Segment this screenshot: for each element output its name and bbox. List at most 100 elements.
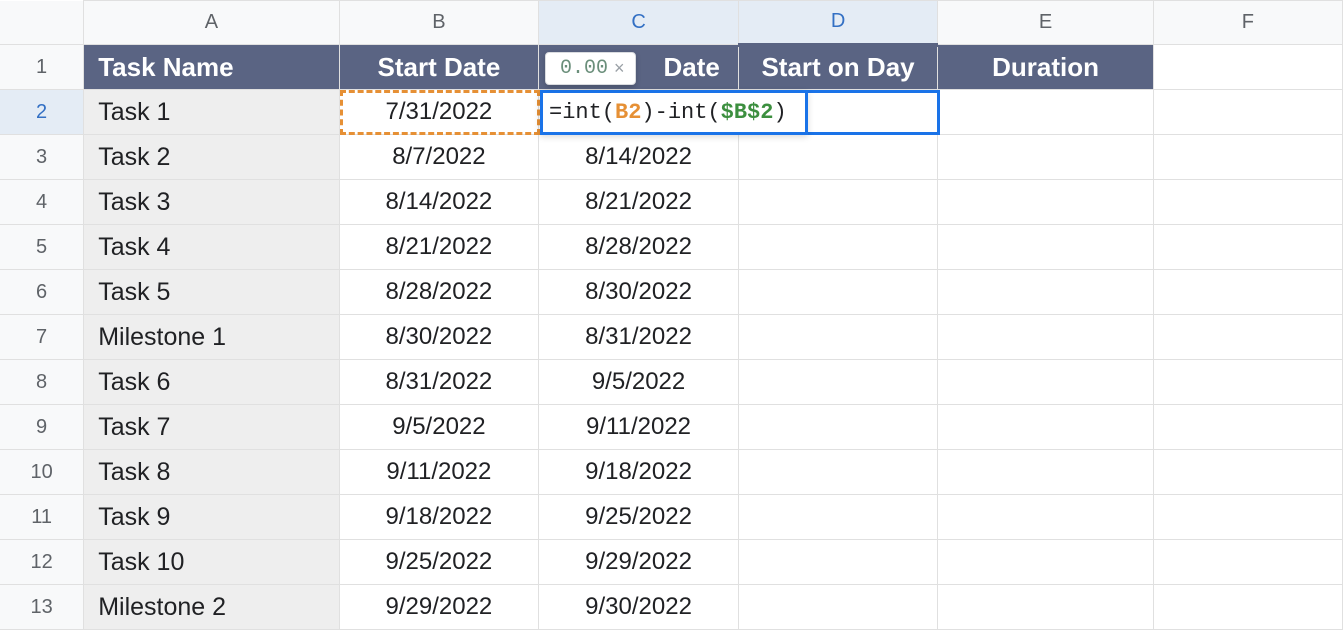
cell-D13[interactable] bbox=[738, 585, 937, 630]
row-header-6[interactable]: 6 bbox=[0, 270, 84, 315]
cell-B11[interactable]: 9/18/2022 bbox=[339, 495, 539, 540]
cell-A2[interactable]: Task 1 bbox=[84, 90, 339, 135]
cell-F6[interactable] bbox=[1153, 270, 1342, 315]
cell-B2[interactable]: 7/31/2022 bbox=[339, 90, 539, 135]
cell-D7[interactable] bbox=[738, 315, 937, 360]
cell-B7[interactable]: 8/30/2022 bbox=[339, 315, 539, 360]
row-header-9[interactable]: 9 bbox=[0, 405, 84, 450]
row-header-12[interactable]: 12 bbox=[0, 540, 84, 585]
col-header-F[interactable]: F bbox=[1153, 1, 1342, 45]
cell-B6[interactable]: 8/28/2022 bbox=[339, 270, 539, 315]
cell-E10[interactable] bbox=[938, 450, 1154, 495]
cell-F1[interactable] bbox=[1153, 45, 1342, 90]
cell-B9[interactable]: 9/5/2022 bbox=[339, 405, 539, 450]
row-header-3[interactable]: 3 bbox=[0, 135, 84, 180]
col-header-D[interactable]: D bbox=[738, 1, 937, 45]
cell-B4[interactable]: 8/14/2022 bbox=[339, 180, 539, 225]
cell-F11[interactable] bbox=[1153, 495, 1342, 540]
cell-B12[interactable]: 9/25/2022 bbox=[339, 540, 539, 585]
row-header-2[interactable]: 2 bbox=[0, 90, 84, 135]
cell-F4[interactable] bbox=[1153, 180, 1342, 225]
cell-B1[interactable]: Start Date bbox=[339, 45, 539, 90]
cell-F7[interactable] bbox=[1153, 315, 1342, 360]
cell-E12[interactable] bbox=[938, 540, 1154, 585]
row-header-4[interactable]: 4 bbox=[0, 180, 84, 225]
cell-F8[interactable] bbox=[1153, 360, 1342, 405]
cell-C8[interactable]: 9/5/2022 bbox=[539, 360, 739, 405]
cell-A4[interactable]: Task 3 bbox=[84, 180, 339, 225]
cell-B13[interactable]: 9/29/2022 bbox=[339, 585, 539, 630]
formula-text: =int(B2)-int($B$2) bbox=[549, 100, 787, 125]
cell-E2[interactable] bbox=[938, 90, 1154, 135]
col-header-E[interactable]: E bbox=[938, 1, 1154, 45]
cell-A12[interactable]: Task 10 bbox=[84, 540, 339, 585]
cell-D4[interactable] bbox=[738, 180, 937, 225]
cell-A13[interactable]: Milestone 2 bbox=[84, 585, 339, 630]
cell-D11[interactable] bbox=[738, 495, 937, 540]
row-header-11[interactable]: 11 bbox=[0, 495, 84, 540]
cell-C11[interactable]: 9/25/2022 bbox=[539, 495, 739, 540]
cell-E1[interactable]: Duration bbox=[938, 45, 1154, 90]
cell-E11[interactable] bbox=[938, 495, 1154, 540]
cell-E7[interactable] bbox=[938, 315, 1154, 360]
row-header-13[interactable]: 13 bbox=[0, 585, 84, 630]
cell-C4[interactable]: 8/21/2022 bbox=[539, 180, 739, 225]
cell-A7[interactable]: Milestone 1 bbox=[84, 315, 339, 360]
close-icon[interactable]: × bbox=[614, 58, 625, 79]
row-header-5[interactable]: 5 bbox=[0, 225, 84, 270]
cell-D1[interactable]: Start on Day bbox=[738, 45, 937, 90]
cell-F5[interactable] bbox=[1153, 225, 1342, 270]
cell-E5[interactable] bbox=[938, 225, 1154, 270]
cell-A3[interactable]: Task 2 bbox=[84, 135, 339, 180]
cell-B8[interactable]: 8/31/2022 bbox=[339, 360, 539, 405]
cell-A11[interactable]: Task 9 bbox=[84, 495, 339, 540]
cell-D3[interactable] bbox=[738, 135, 937, 180]
cell-D6[interactable] bbox=[738, 270, 937, 315]
cell-B3[interactable]: 8/7/2022 bbox=[339, 135, 539, 180]
cell-D10[interactable] bbox=[738, 450, 937, 495]
cell-C10[interactable]: 9/18/2022 bbox=[539, 450, 739, 495]
cell-E3[interactable] bbox=[938, 135, 1154, 180]
cell-B5[interactable]: 8/21/2022 bbox=[339, 225, 539, 270]
spreadsheet[interactable]: A B C D E F 1 Task Name Start Date Date … bbox=[0, 0, 1343, 630]
cell-C5[interactable]: 8/28/2022 bbox=[539, 225, 739, 270]
col-header-B[interactable]: B bbox=[339, 1, 539, 45]
col-header-A[interactable]: A bbox=[84, 1, 339, 45]
cell-E6[interactable] bbox=[938, 270, 1154, 315]
cell-A8[interactable]: Task 6 bbox=[84, 360, 339, 405]
cell-F9[interactable] bbox=[1153, 405, 1342, 450]
cell-D8[interactable] bbox=[738, 360, 937, 405]
cell-A9[interactable]: Task 7 bbox=[84, 405, 339, 450]
cell-F2[interactable] bbox=[1153, 90, 1342, 135]
cell-F12[interactable] bbox=[1153, 540, 1342, 585]
cell-D9[interactable] bbox=[738, 405, 937, 450]
select-all-corner[interactable] bbox=[0, 1, 84, 45]
formula-editor[interactable]: =int(B2)-int($B$2) bbox=[540, 90, 808, 135]
cell-E8[interactable] bbox=[938, 360, 1154, 405]
row-header-10[interactable]: 10 bbox=[0, 450, 84, 495]
row-header-7[interactable]: 7 bbox=[0, 315, 84, 360]
cell-C9[interactable]: 9/11/2022 bbox=[539, 405, 739, 450]
cell-C7[interactable]: 8/31/2022 bbox=[539, 315, 739, 360]
cell-A10[interactable]: Task 8 bbox=[84, 450, 339, 495]
cell-E9[interactable] bbox=[938, 405, 1154, 450]
row-header-8[interactable]: 8 bbox=[0, 360, 84, 405]
cell-A5[interactable]: Task 4 bbox=[84, 225, 339, 270]
cell-F10[interactable] bbox=[1153, 450, 1342, 495]
cell-E4[interactable] bbox=[938, 180, 1154, 225]
cell-C12[interactable]: 9/29/2022 bbox=[539, 540, 739, 585]
cell-F13[interactable] bbox=[1153, 585, 1342, 630]
cell-E13[interactable] bbox=[938, 585, 1154, 630]
cell-A1[interactable]: Task Name bbox=[84, 45, 339, 90]
cell-D5[interactable] bbox=[738, 225, 937, 270]
cell-D12[interactable] bbox=[738, 540, 937, 585]
cell-C6[interactable]: 8/30/2022 bbox=[539, 270, 739, 315]
cell-C3[interactable]: 8/14/2022 bbox=[539, 135, 739, 180]
cell-F3[interactable] bbox=[1153, 135, 1342, 180]
row-header-1[interactable]: 1 bbox=[0, 45, 84, 90]
cell-C13[interactable]: 9/30/2022 bbox=[539, 585, 739, 630]
cell-A6[interactable]: Task 5 bbox=[84, 270, 339, 315]
formula-result-tooltip: 0.00 × bbox=[545, 52, 636, 85]
col-header-C[interactable]: C bbox=[539, 1, 739, 45]
cell-B10[interactable]: 9/11/2022 bbox=[339, 450, 539, 495]
